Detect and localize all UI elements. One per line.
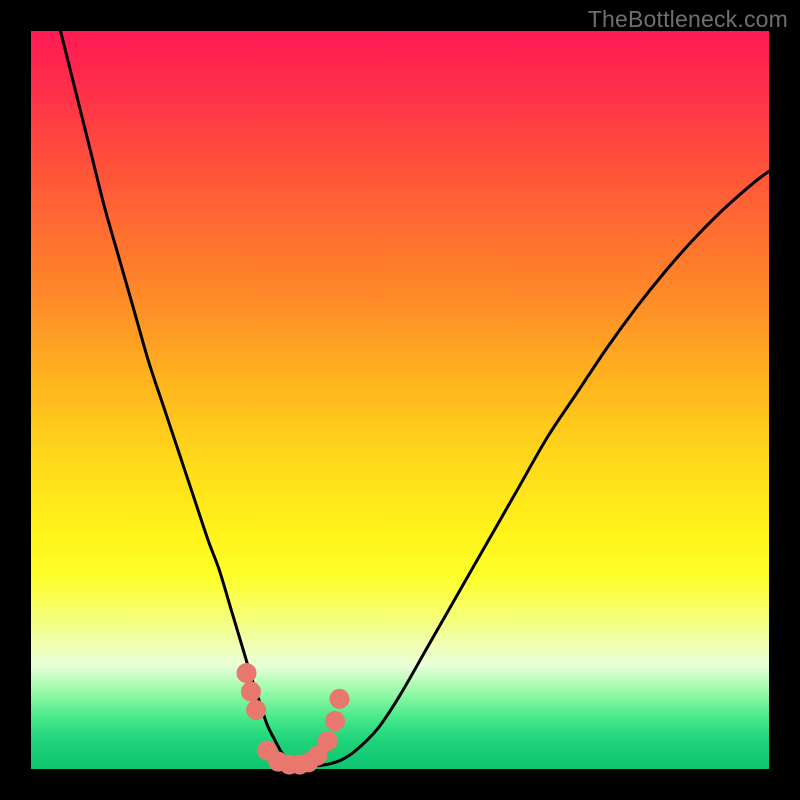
bottleneck-curve <box>61 31 769 766</box>
marker-dot <box>325 711 345 731</box>
outer-frame: TheBottleneck.com <box>0 0 800 800</box>
marker-dot <box>318 731 338 751</box>
marker-dot <box>241 682 261 702</box>
watermark-text: TheBottleneck.com <box>588 6 788 33</box>
marker-dots <box>237 663 350 775</box>
marker-dot <box>246 700 266 720</box>
marker-dot <box>237 663 257 683</box>
bottleneck-curve-path <box>61 31 769 766</box>
plot-area <box>31 31 769 769</box>
chart-svg <box>31 31 769 769</box>
marker-dot <box>329 689 349 709</box>
